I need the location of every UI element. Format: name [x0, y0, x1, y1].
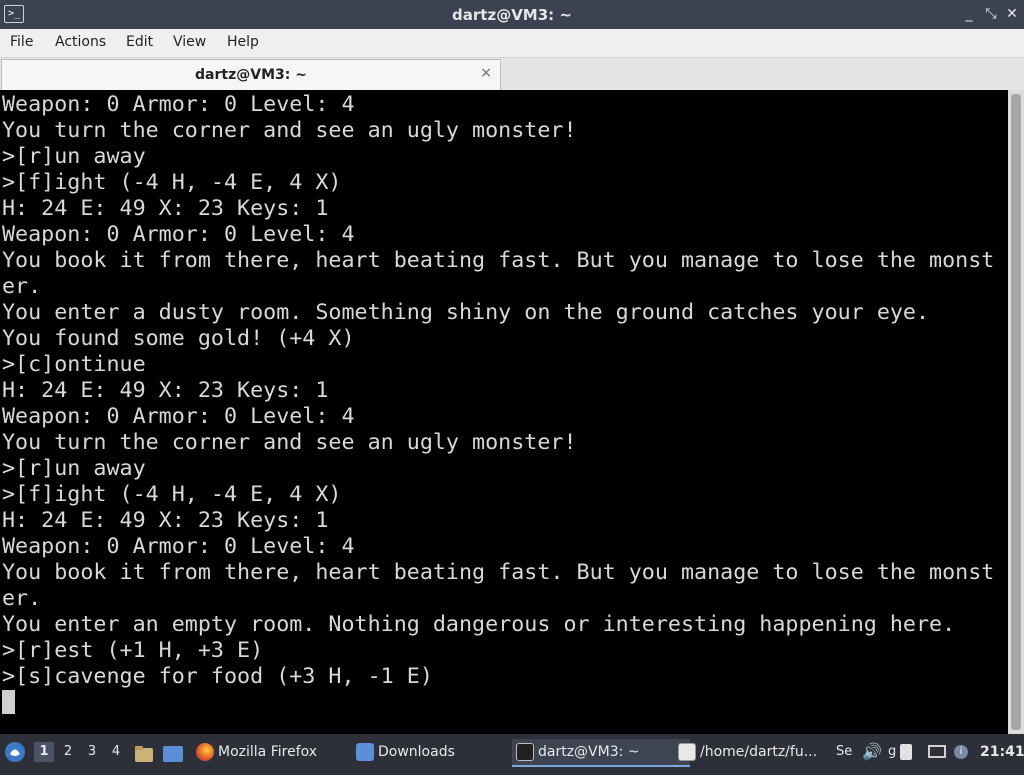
terminal-line: Weapon: 0 Armor: 0 Level: 4	[2, 92, 355, 117]
close-icon[interactable]: ✕	[1003, 5, 1021, 23]
terminal-line: >[c]ontinue	[2, 352, 146, 377]
display-icon[interactable]	[928, 745, 946, 758]
firefox-icon	[196, 743, 214, 761]
task-label: /home/dartz/fu...	[700, 744, 818, 760]
terminal-scrollbar[interactable]	[1008, 90, 1024, 734]
terminal-line: You enter a dusty room. Something shiny …	[2, 300, 930, 325]
task-label: dartz@VM3: ~	[538, 744, 640, 760]
terminal-line: >[f]ight (-4 H, -4 E, 4 X)	[2, 170, 342, 195]
terminal-line: You turn the corner and see an ugly mons…	[2, 118, 577, 143]
terminal-line: H: 24 E: 49 X: 23 Keys: 1	[2, 378, 329, 403]
terminal-line: er.	[2, 586, 42, 611]
text-editor-icon	[678, 743, 696, 761]
workspace-4[interactable]: 4	[106, 742, 126, 762]
terminal-line: er.	[2, 274, 42, 299]
battery-icon[interactable]	[900, 744, 912, 760]
scrollbar-thumb[interactable]	[1011, 94, 1021, 730]
task-editor[interactable]: /home/dartz/fu...	[674, 739, 856, 765]
terminal-line: You book it from there, heart beating fa…	[2, 248, 995, 273]
desktop-launcher-icon[interactable]	[162, 743, 184, 762]
terminal-output[interactable]: Weapon: 0 Armor: 0 Level: 4 You turn the…	[0, 90, 1008, 734]
tray-label-se[interactable]: Se	[836, 736, 852, 768]
file-manager-launcher-icon[interactable]	[134, 743, 154, 762]
task-label: Mozilla Firefox	[218, 744, 318, 760]
window-title: dartz@VM3: ~	[452, 6, 572, 24]
terminal-line: >[f]ight (-4 H, -4 E, 4 X)	[2, 482, 342, 507]
terminal-line: You found some gold! (+4 X)	[2, 326, 355, 351]
menu-bar: File Actions Edit View Help	[0, 29, 1024, 58]
terminal-line: You turn the corner and see an ugly mons…	[2, 430, 577, 455]
terminal-line: Weapon: 0 Armor: 0 Level: 4	[2, 404, 355, 429]
task-terminal[interactable]: dartz@VM3: ~	[512, 739, 690, 767]
menu-actions[interactable]: Actions	[55, 34, 106, 50]
menu-help[interactable]: Help	[227, 34, 259, 50]
menu-edit[interactable]: Edit	[126, 34, 153, 50]
tab-bar: dartz@VM3: ~ ×	[0, 58, 1024, 90]
task-firefox[interactable]: Mozilla Firefox	[192, 739, 366, 765]
terminal-lines: Weapon: 0 Armor: 0 Level: 4 You turn the…	[2, 92, 994, 690]
tray-label-g[interactable]: g	[888, 736, 896, 768]
maximize-icon[interactable]: ⤡	[982, 5, 1000, 23]
terminal-line: H: 24 E: 49 X: 23 Keys: 1	[2, 196, 329, 221]
folder-icon	[356, 743, 374, 761]
tab-label: dartz@VM3: ~	[195, 67, 307, 83]
terminal-line: Weapon: 0 Armor: 0 Level: 4	[2, 534, 355, 559]
terminal-line: >[r]un away	[2, 144, 146, 169]
clock[interactable]: 21:41	[980, 736, 1024, 768]
menu-view[interactable]: View	[173, 34, 206, 50]
workspace-2[interactable]: 2	[58, 742, 78, 762]
menu-file[interactable]: File	[10, 34, 33, 50]
terminal-line: Weapon: 0 Armor: 0 Level: 4	[2, 222, 355, 247]
tab-close-icon[interactable]: ×	[480, 65, 492, 81]
terminal-line: >[r]un away	[2, 456, 146, 481]
workspace-1[interactable]: 1	[34, 742, 54, 762]
terminal-line: You enter an empty room. Nothing dangero…	[2, 612, 956, 637]
tab-terminal[interactable]: dartz@VM3: ~ ×	[1, 59, 501, 90]
start-menu-icon[interactable]	[4, 741, 26, 763]
task-label: Downloads	[378, 744, 455, 760]
workspace-3[interactable]: 3	[82, 742, 102, 762]
taskbar: 1 2 3 4 Mozilla Firefox Downloads dartz@…	[0, 736, 1024, 768]
terminal-icon	[516, 743, 534, 761]
task-downloads[interactable]: Downloads	[352, 739, 526, 765]
minimize-icon[interactable]: _	[960, 5, 978, 23]
terminal-line: H: 24 E: 49 X: 23 Keys: 1	[2, 508, 329, 533]
terminal-cursor	[2, 690, 15, 714]
notification-icon[interactable]: i	[954, 745, 968, 759]
terminal-line: You book it from there, heart beating fa…	[2, 560, 995, 585]
volume-icon[interactable]: 🔊	[862, 736, 882, 768]
terminal-line: >[s]cavenge for food (+3 H, -1 E)	[2, 664, 433, 689]
terminal-line: >[r]est (+1 H, +3 E)	[2, 638, 264, 663]
window-titlebar[interactable]: >_ dartz@VM3: ~ _ ⤡ ✕	[0, 0, 1024, 29]
